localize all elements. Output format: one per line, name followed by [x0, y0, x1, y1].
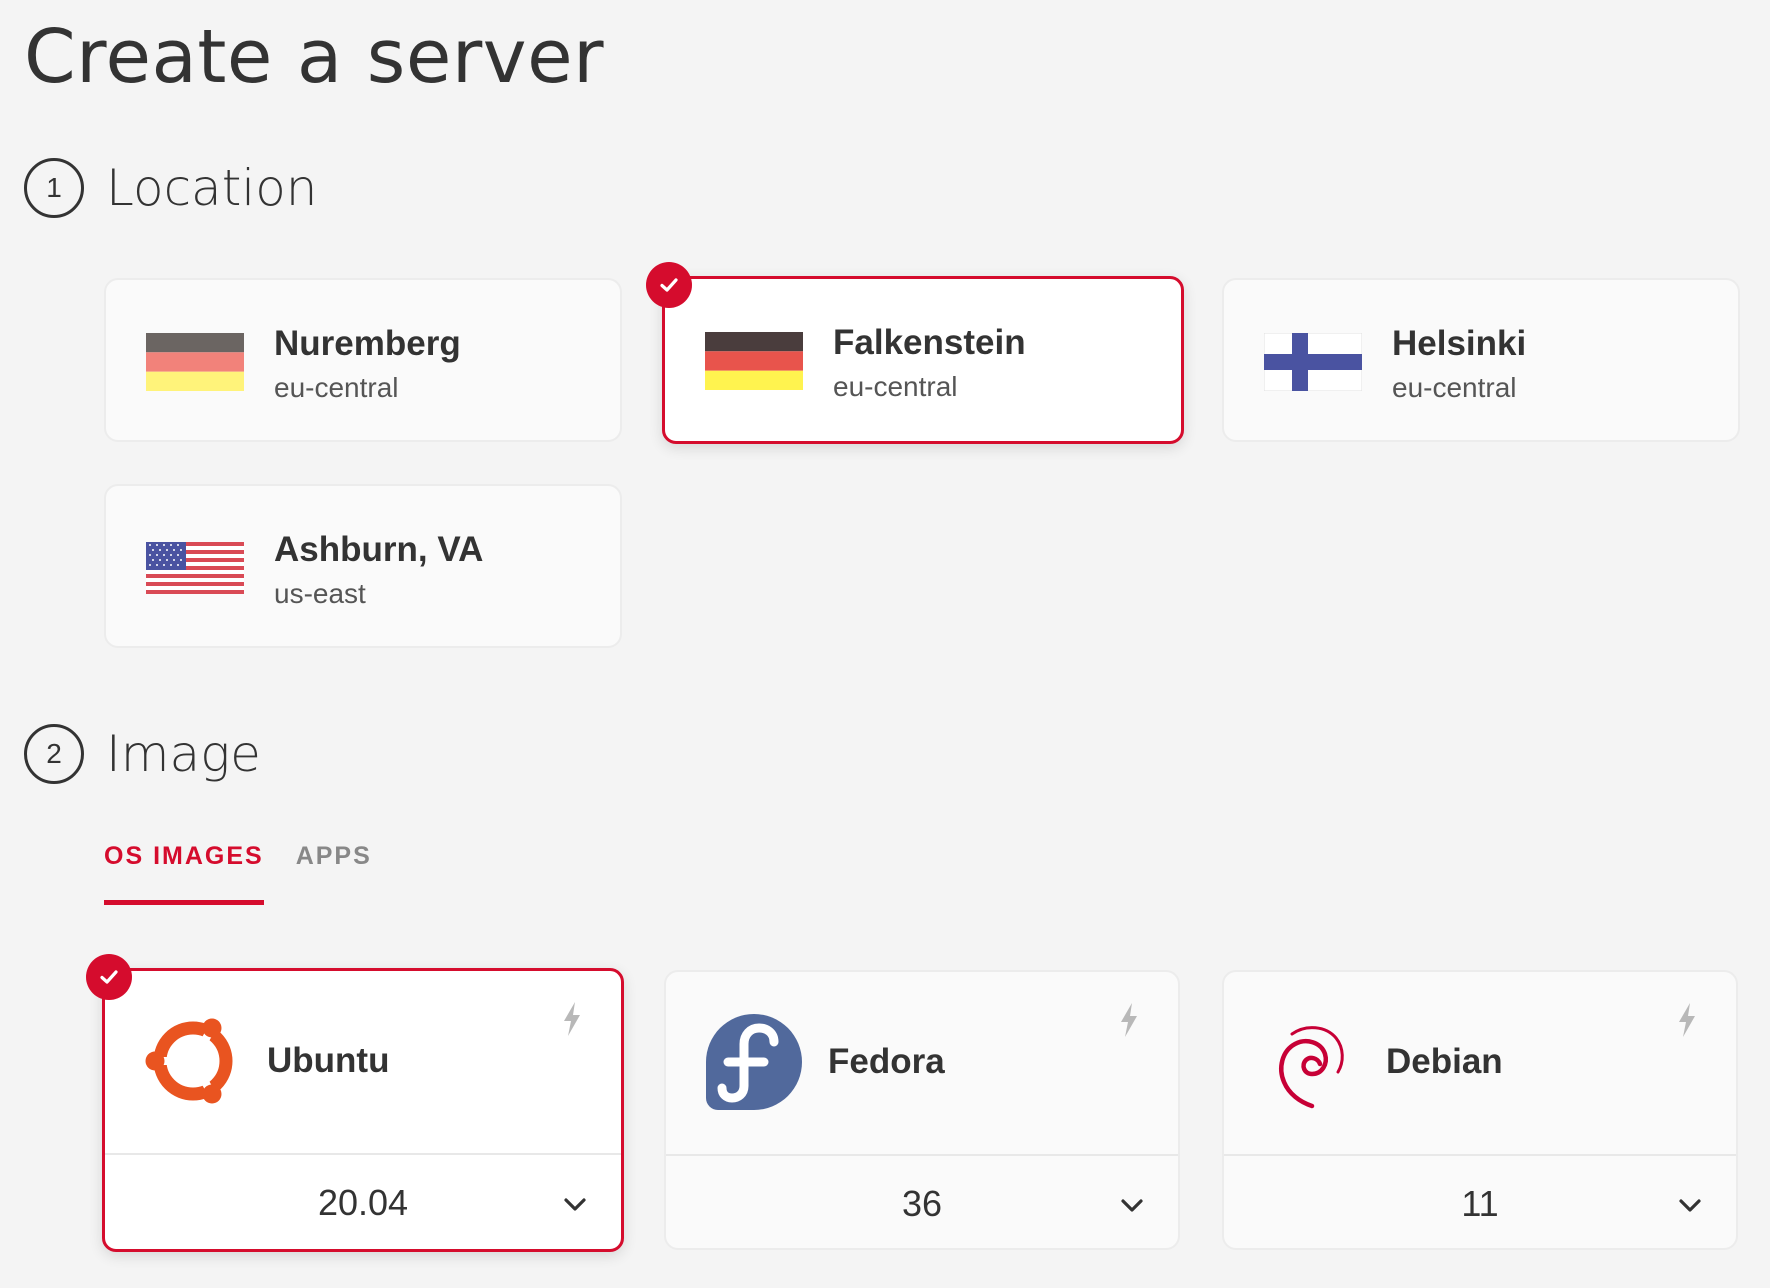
debian-logo-icon [1279, 1026, 1344, 1109]
step-number-badge: 2 [24, 724, 84, 784]
fi-flag-icon [1264, 333, 1362, 391]
location-name: Helsinki [1392, 324, 1527, 363]
os-name: Ubuntu [267, 1041, 390, 1080]
os-card-header: Fedora [666, 972, 1178, 1154]
location-section-header: 1 Location [24, 158, 317, 218]
tab-apps[interactable]: APPS [296, 842, 372, 899]
os-version-select[interactable]: 11 [1224, 1156, 1736, 1248]
location-card-falkenstein[interactable]: Falkenstein eu-central [662, 276, 1184, 444]
lightning-bolt-icon [564, 1002, 580, 1036]
chevron-down-icon[interactable] [1120, 1198, 1144, 1214]
os-card-fedora[interactable]: Fedora 36 [664, 970, 1180, 1250]
location-card-helsinki[interactable]: Helsinki eu-central [1222, 278, 1740, 442]
location-region: eu-central [274, 372, 399, 403]
ubuntu-logo-icon [145, 1018, 233, 1104]
section-title-location: Location [106, 159, 318, 217]
de-flag-icon [705, 332, 803, 390]
location-name: Ashburn, VA [274, 530, 484, 569]
tab-os-images[interactable]: OS IMAGES [104, 842, 264, 905]
location-card-nuremberg[interactable]: Nuremberg eu-central [104, 278, 622, 442]
image-section-header: 2 Image [24, 724, 261, 784]
location-region: eu-central [833, 371, 958, 402]
image-tabs: OS IMAGES APPS [104, 842, 404, 905]
page-title: Create a server [24, 14, 605, 100]
os-version-select[interactable]: 36 [666, 1156, 1178, 1248]
section-title-image: Image [106, 725, 261, 783]
chevron-down-icon[interactable] [563, 1197, 587, 1213]
lightning-bolt-icon [1121, 1003, 1137, 1037]
os-name: Fedora [828, 1042, 945, 1081]
os-card-header: Debian [1224, 972, 1736, 1154]
os-card-header: Ubuntu [105, 971, 621, 1153]
os-version-select[interactable]: 20.04 [105, 1155, 621, 1249]
chevron-down-icon[interactable] [1678, 1198, 1702, 1214]
os-card-debian[interactable]: Debian 11 [1222, 970, 1738, 1250]
de-flag-icon [146, 333, 244, 391]
location-name: Nuremberg [274, 324, 461, 363]
location-card-ashburn[interactable]: Ashburn, VA us-east [104, 484, 622, 648]
us-flag-icon [146, 542, 244, 594]
fedora-logo-icon [706, 1014, 802, 1110]
os-name: Debian [1386, 1042, 1503, 1081]
selected-check-icon [646, 262, 692, 308]
os-card-ubuntu[interactable]: Ubuntu 20.04 [102, 968, 624, 1252]
location-region: us-east [274, 578, 366, 609]
location-name: Falkenstein [833, 323, 1026, 362]
lightning-bolt-icon [1679, 1003, 1695, 1037]
location-region: eu-central [1392, 372, 1517, 403]
step-number-badge: 1 [24, 158, 84, 218]
selected-check-icon [86, 954, 132, 1000]
